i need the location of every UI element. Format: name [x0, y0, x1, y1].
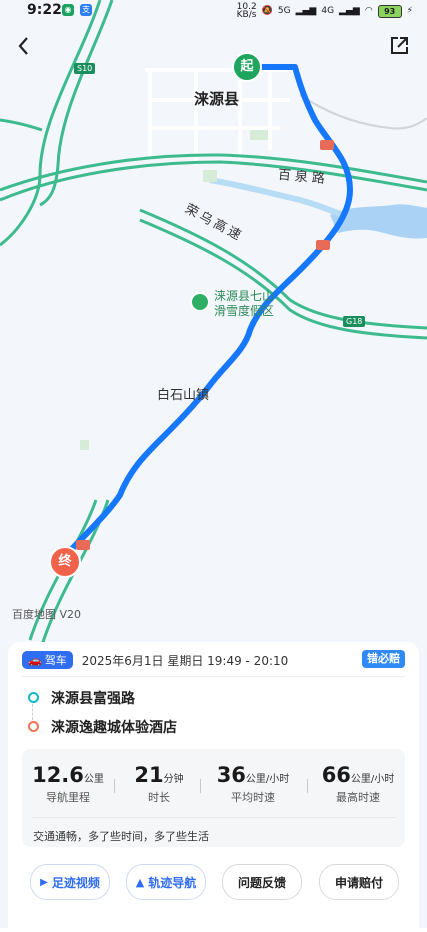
share-button[interactable] [387, 34, 411, 58]
feedback-button[interactable]: 问题反馈 [222, 864, 302, 900]
signal-icon: ▂▄▆ [295, 6, 317, 16]
stats-divider [32, 817, 395, 818]
feedback-label: 问题反馈 [237, 875, 286, 890]
insurance-badge[interactable]: 错必赔 [362, 650, 405, 668]
start-location: 涞源县富强路 [51, 691, 135, 707]
end-marker[interactable]: 终 [49, 546, 81, 578]
wifi-icon: ◠ [364, 6, 373, 16]
network-speed: 10.2 KB/s [236, 2, 257, 20]
start-marker[interactable]: 起 [232, 52, 262, 82]
navigation-arrow-icon: ▲ [135, 875, 145, 889]
town-label: 白石山镇 [157, 388, 210, 403]
stat-separator [200, 779, 201, 793]
trip-detail-sheet: 🚗 驾车 2025年6月1日 星期日 19:49 - 20:10 错必赔 涞源县… [8, 642, 419, 932]
signal-icon-2: ▂▄▆ [339, 6, 360, 16]
wechat-icon: ◉ [62, 4, 74, 16]
poi-label[interactable]: 涞源县七山滑雪度假区 [214, 289, 280, 319]
trip-stats: 12.6公里 导航里程 21分钟 时长 36公里/小时 平均时速 66公里/小时… [22, 749, 405, 847]
stat-max-speed-label: 最高时速 [336, 791, 380, 804]
car-icon: 🚗 [28, 653, 42, 667]
net-label-4g: 4G [321, 6, 335, 16]
claim-label: 申请赔付 [334, 875, 383, 890]
alipay-icon: 支 [80, 4, 92, 16]
drive-badge-label: 驾车 [44, 654, 67, 667]
back-button[interactable] [12, 34, 36, 58]
city-label: 涞源县 [194, 90, 240, 108]
stat-max-speed-value: 66 [321, 763, 351, 787]
map-watermark: 百度地图 V20 [12, 608, 82, 621]
footprint-video-label: 足迹视频 [51, 875, 100, 890]
stat-avg-speed-unit: 公里/小时 [245, 774, 290, 785]
share-icon [391, 37, 408, 54]
claim-button[interactable]: 申请赔付 [319, 864, 399, 900]
stat-distance-label: 导航里程 [46, 791, 90, 804]
shield-s10: S10 [74, 63, 96, 74]
status-right: 10.2 KB/s 🔕 5G ▂▄▆ 4G ▂▄▆ ◠ 93 ⚡ [236, 2, 413, 20]
end-dot-icon [28, 721, 39, 732]
stat-max-speed: 66公里/小时 最高时速 [312, 763, 404, 805]
charging-icon: ⚡ [406, 6, 413, 16]
stat-avg-speed: 36公里/小时 平均时速 [207, 763, 299, 805]
stat-duration-label: 时长 [148, 791, 170, 804]
stat-distance-value: 12.6 [32, 763, 84, 787]
stat-avg-speed-label: 平均时速 [231, 791, 275, 804]
stat-max-speed-unit: 公里/小时 [350, 774, 395, 785]
stat-duration-value: 21 [134, 763, 164, 787]
stat-duration: 21分钟 时长 [122, 763, 196, 805]
trip-summary: 交通通畅，多了些时间，多了些生活 [33, 830, 209, 843]
play-icon: ▶ [40, 876, 48, 888]
end-location: 涞源逸趣城体验酒店 [51, 720, 177, 736]
track-navigation-button[interactable]: ▲ 轨迹导航 [126, 864, 206, 900]
status-time: 9:22 [27, 2, 62, 18]
battery-indicator: 93 [377, 4, 402, 18]
shield-g18: G18 [343, 316, 366, 327]
stat-separator [114, 779, 115, 793]
mute-icon: 🔕 [261, 6, 273, 16]
chevron-left-icon [18, 37, 28, 55]
stat-duration-unit: 分钟 [163, 774, 184, 785]
status-bar: 9:22 ◉ 支 10.2 KB/s 🔕 5G ▂▄▆ 4G ▂▄▆ ◠ 93 … [0, 0, 427, 22]
track-navigation-label: 轨迹导航 [148, 875, 197, 890]
home-indicator [0, 928, 427, 932]
stat-separator [307, 779, 308, 793]
stat-distance: 12.6公里 导航里程 [32, 763, 104, 805]
map-view[interactable]: S10 涞源县 百泉路 荣乌高速 涞源县七山滑雪度假区 G18 白石山镇 起 终… [0, 0, 427, 650]
net-label-5g: 5G [277, 6, 291, 16]
stat-distance-unit: 公里 [83, 774, 104, 785]
start-dot-icon [28, 692, 39, 703]
route-connector [32, 704, 34, 720]
divider [22, 676, 405, 677]
poi-pin[interactable] [190, 292, 210, 312]
trip-date: 2025年6月1日 星期日 19:49 - 20:10 [81, 653, 289, 668]
trip-header: 🚗 驾车 2025年6月1日 星期日 19:49 - 20:10 错必赔 [22, 650, 405, 670]
drive-badge: 🚗 驾车 [22, 651, 73, 669]
stat-avg-speed-value: 36 [216, 763, 246, 787]
footprint-video-button[interactable]: ▶ 足迹视频 [30, 864, 110, 900]
